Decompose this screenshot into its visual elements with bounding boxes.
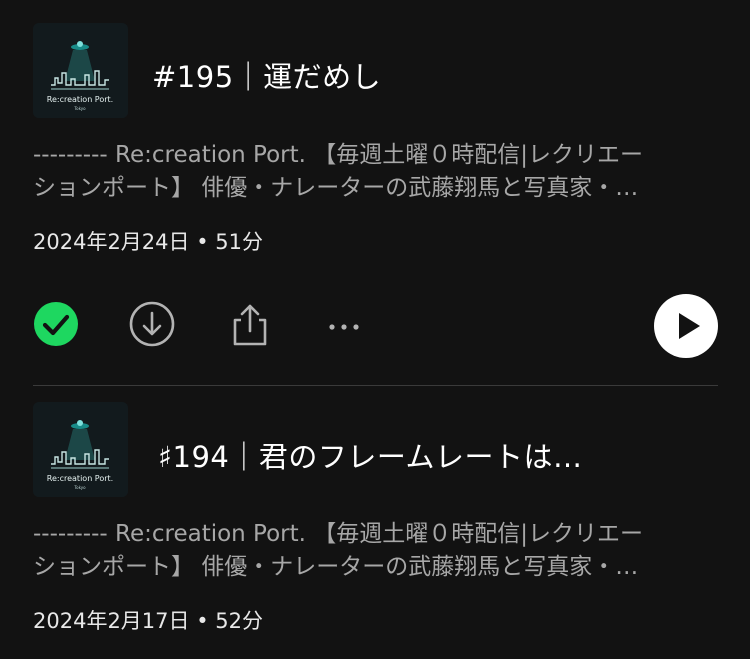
play-button[interactable] [654,294,718,358]
episode-date-duration: 2024年2月17日 • 52分 [33,609,263,633]
episode-actions [0,294,750,358]
share-button[interactable] [226,300,274,348]
download-icon [129,301,175,347]
cover-subtitle-text: Tokyo [73,485,86,490]
episode-divider [33,385,718,386]
description-line-1: --------- Re:creation Port. 【毎週土曜０時配信|レク… [33,142,644,168]
episode-title[interactable]: ♯194｜君のフレームレートは… [158,434,583,476]
description-line-2: ションポート】 俳優・ナレーターの武藤翔馬と写真家・… [33,175,639,201]
description-line-2: ションポート】 俳優・ナレーターの武藤翔馬と写真家・… [33,554,639,580]
played-check-button[interactable] [32,300,80,348]
episode-description: --------- Re:creation Port. 【毎週土曜０時配信|レク… [33,139,723,205]
cover-title-text: Re:creation Port. [47,95,113,104]
cover-subtitle-text: Tokyo [73,106,86,111]
play-icon [654,294,718,358]
more-icon [329,324,359,330]
check-circle-icon [34,302,78,346]
episode-date-duration: 2024年2月24日 • 51分 [33,230,263,254]
more-options-button[interactable] [320,300,368,348]
description-line-1: --------- Re:creation Port. 【毎週土曜０時配信|レク… [33,521,644,547]
share-icon [233,304,267,346]
download-button[interactable] [128,300,176,348]
cover-title-text: Re:creation Port. [47,474,113,483]
episode-title[interactable]: #195｜運だめし [152,54,381,96]
episode-description: --------- Re:creation Port. 【毎週土曜０時配信|レク… [33,518,723,584]
episode-cover[interactable]: Re:creation Port. Tokyo [33,402,128,497]
episode-cover[interactable]: Re:creation Port. Tokyo [33,23,128,118]
